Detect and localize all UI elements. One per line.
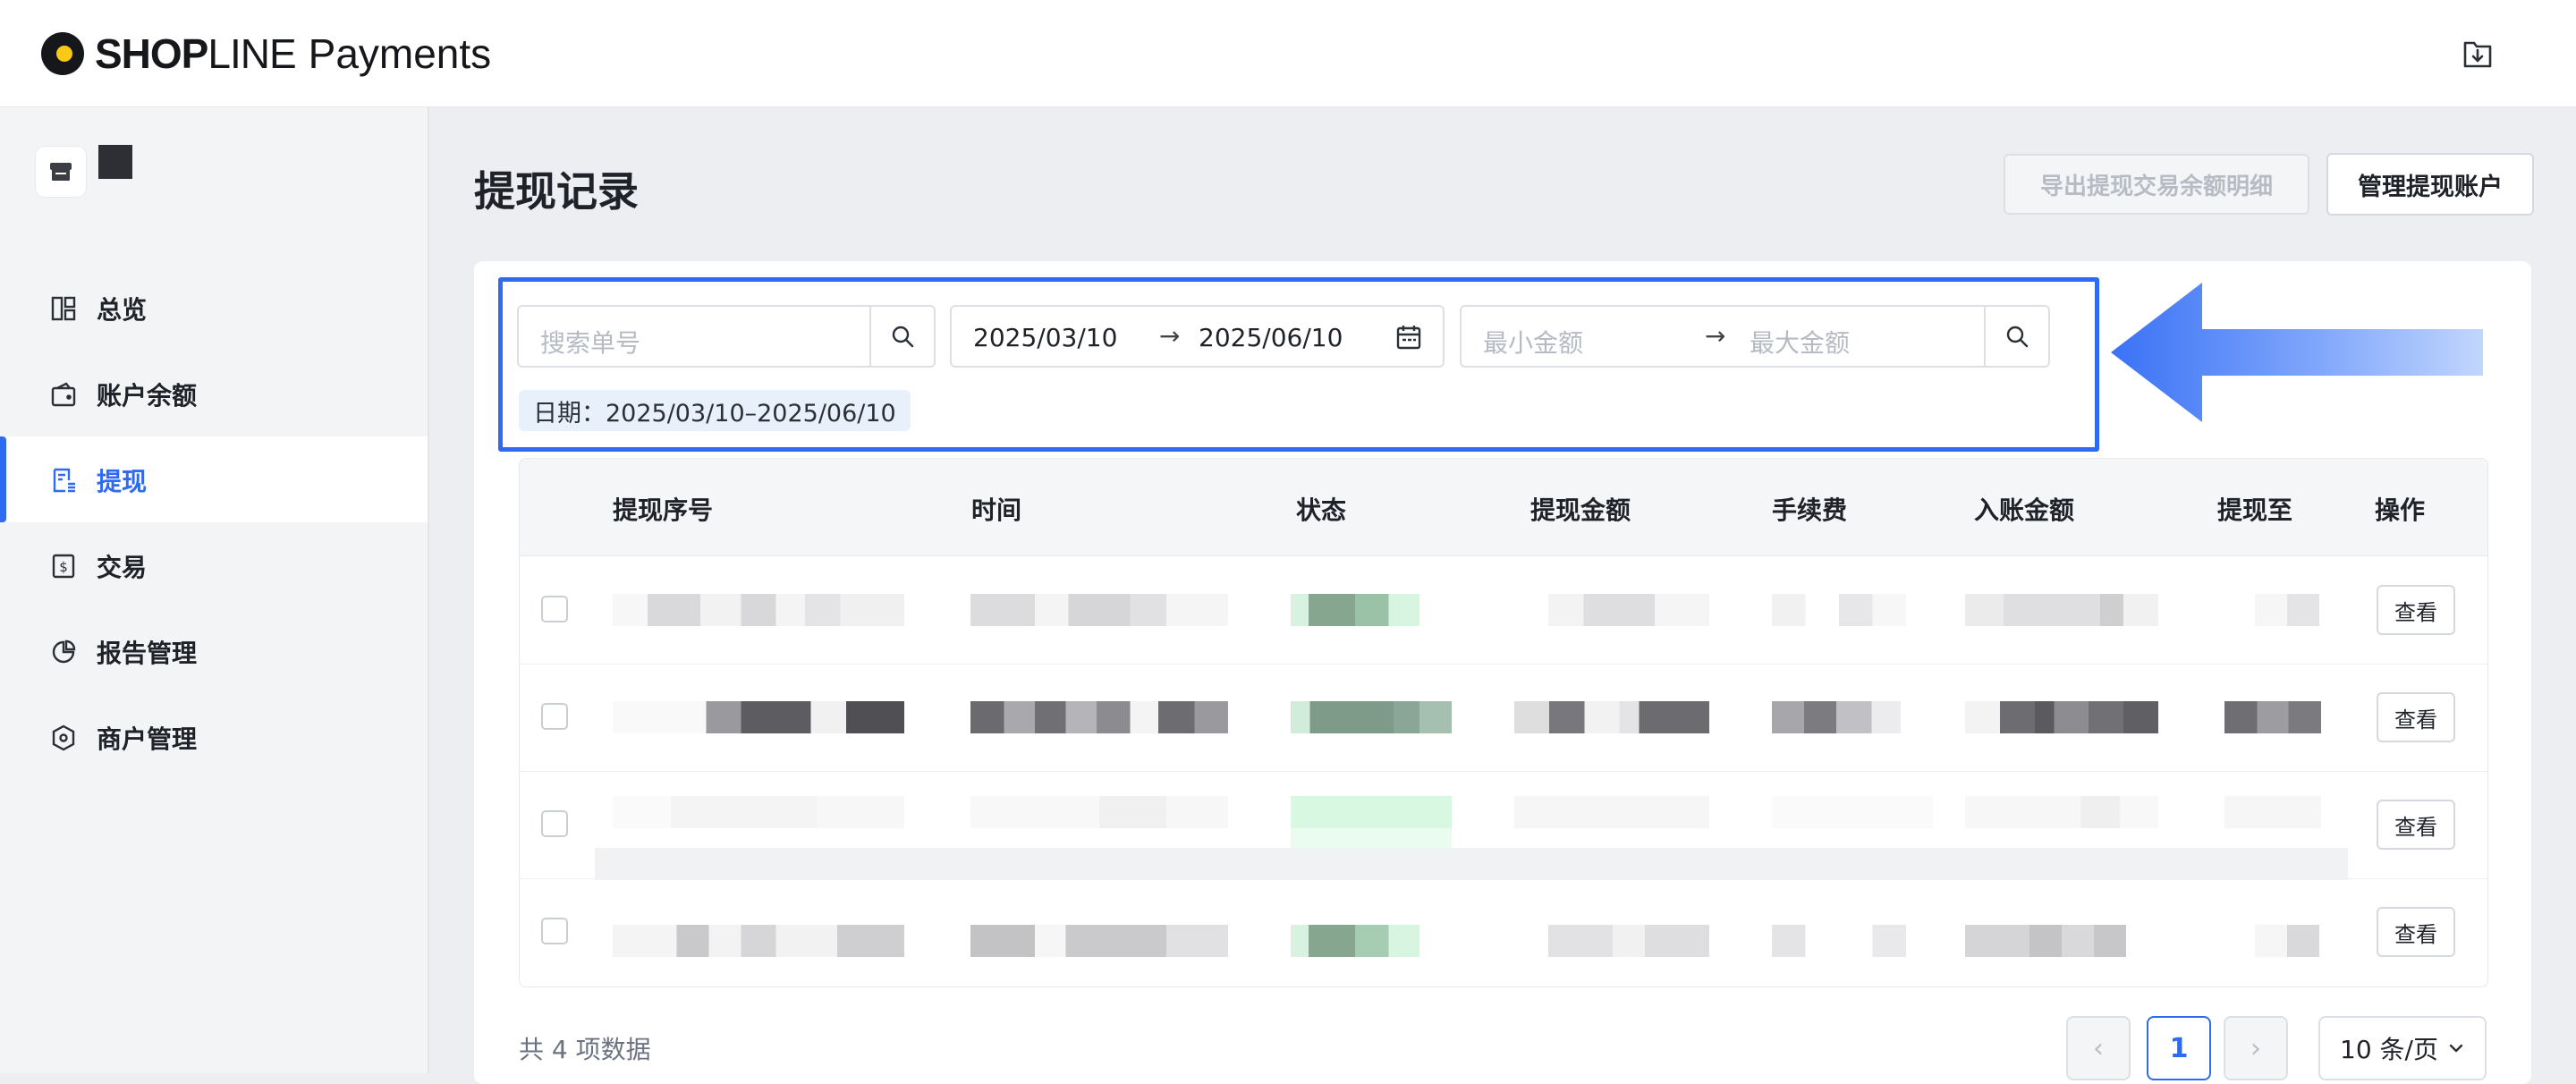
arrow-left-annotation [2111,283,2483,422]
svg-text:$: $ [59,559,68,575]
redacted-cell [1514,796,1709,828]
redacted-cell [2255,594,2319,626]
total-records: 共 4 项数据 [519,1035,651,1064]
row-checkbox[interactable] [541,918,568,944]
page-1-button[interactable]: 1 [2147,1016,2211,1080]
table-row: 查看 [520,878,2487,986]
redacted-cell [970,796,1228,828]
report-pie-icon [52,639,76,664]
page-title: 提现记录 [474,167,639,216]
redacted-cell [2224,701,2321,733]
wallet-icon [51,382,76,407]
merchant-hex-icon [52,724,75,751]
manage-withdraw-account-button[interactable]: 管理提现账户 [2326,153,2534,216]
column-header: 入账金额 [1974,495,2075,525]
column-header: 时间 [971,495,1022,525]
redacted-cell [2224,796,2321,828]
column-header: 提现序号 [613,495,714,525]
redacted-cell [1965,701,2158,733]
redacted-cell [613,594,904,626]
redacted-cell [1965,796,2158,828]
withdraw-doc-icon [53,468,75,493]
redacted-cell [2255,925,2319,957]
redacted-cell [613,925,904,957]
redacted-stripe [595,848,2348,880]
redacted-cell [613,796,904,828]
redacted-cell [1548,594,1709,626]
row-checkbox[interactable] [541,703,568,730]
table-header: 提现序号 时间 状态 提现金额 手续费 入账金额 提现至 操作 [520,459,2487,556]
export-withdraw-details-button[interactable]: 导出提现交易余额明细 [2004,154,2309,215]
sidebar-item-withdraw[interactable]: 提现 [0,436,428,522]
logo-mark-icon [41,32,84,75]
sidebar: 总览 账户余额 提现 $ 交易 报告管理 商户管理 [0,107,429,1073]
sidebar-item-transactions[interactable]: $ 交易 [0,522,428,608]
redacted-cell [970,701,1228,733]
redacted-cell [1965,594,2158,626]
view-button[interactable]: 查看 [2377,800,2455,850]
redacted-cell [1965,925,2126,957]
download-icon[interactable] [2458,34,2497,73]
page-size-select[interactable]: 10 条/页 [2318,1016,2487,1080]
page-size-value: 10 条/页 [2340,1035,2438,1064]
dashboard-icon [51,296,76,321]
sidebar-item-label: 交易 [97,553,148,582]
table-row: 查看 [520,771,2487,880]
sidebar-item-overview[interactable]: 总览 [0,265,428,351]
row-checkbox[interactable] [541,596,568,622]
redacted-cell [613,701,904,733]
redacted-cell [1772,701,1933,733]
redacted-cell [1548,925,1709,957]
sidebar-item-merchant[interactable]: 商户管理 [0,694,428,780]
sidebar-item-label: 商户管理 [97,724,198,754]
logo-text-line: LINE [208,30,296,77]
redacted-status [1291,594,1419,626]
withdraw-table: 提现序号 时间 状态 提现金额 手续费 入账金额 提现至 操作 查看 查看 查看… [519,458,2488,987]
view-button[interactable]: 查看 [2377,692,2455,742]
sidebar-item-reports[interactable]: 报告管理 [0,608,428,694]
store-name-redacted [98,145,132,179]
column-header: 提现金额 [1530,495,1631,525]
table-row: 查看 [520,664,2487,772]
sidebar-item-balance[interactable]: 账户余额 [0,351,428,436]
redacted-cell [1514,701,1709,733]
column-header: 提现至 [2217,495,2293,525]
redacted-status [1291,925,1419,957]
shopline-payments-logo: SHOP LINE Payments [41,27,491,80]
logo-text-payments: Payments [308,30,492,77]
next-page-button[interactable]: › [2224,1016,2288,1080]
row-checkbox[interactable] [541,810,568,837]
redacted-cell [970,594,1228,626]
sidebar-item-label: 账户余额 [97,381,198,411]
column-header: 状态 [1296,495,1347,525]
sidebar-item-label: 总览 [97,295,148,325]
chevron-down-icon [2449,1044,2463,1053]
prev-page-button[interactable]: ‹ [2066,1016,2131,1080]
redacted-cell [1772,796,1933,828]
table-row: 查看 [520,556,2487,665]
transaction-icon: $ [52,554,75,579]
redacted-cell [970,925,1228,957]
logo-text-shop: SHOP [95,30,208,77]
filter-highlight-frame [498,277,2099,452]
store-switcher[interactable] [36,145,132,197]
top-header: SHOP LINE Payments [0,0,2576,107]
redacted-cell [1772,594,1906,626]
store-icon [36,147,86,197]
sidebar-item-label: 提现 [97,467,148,496]
view-button[interactable]: 查看 [2377,585,2455,635]
sidebar-item-label: 报告管理 [97,639,198,668]
column-header: 操作 [2375,495,2426,525]
column-header: 手续费 [1772,495,1848,525]
redacted-cell [1772,925,1906,957]
view-button[interactable]: 查看 [2377,907,2455,957]
redacted-status [1291,701,1452,733]
